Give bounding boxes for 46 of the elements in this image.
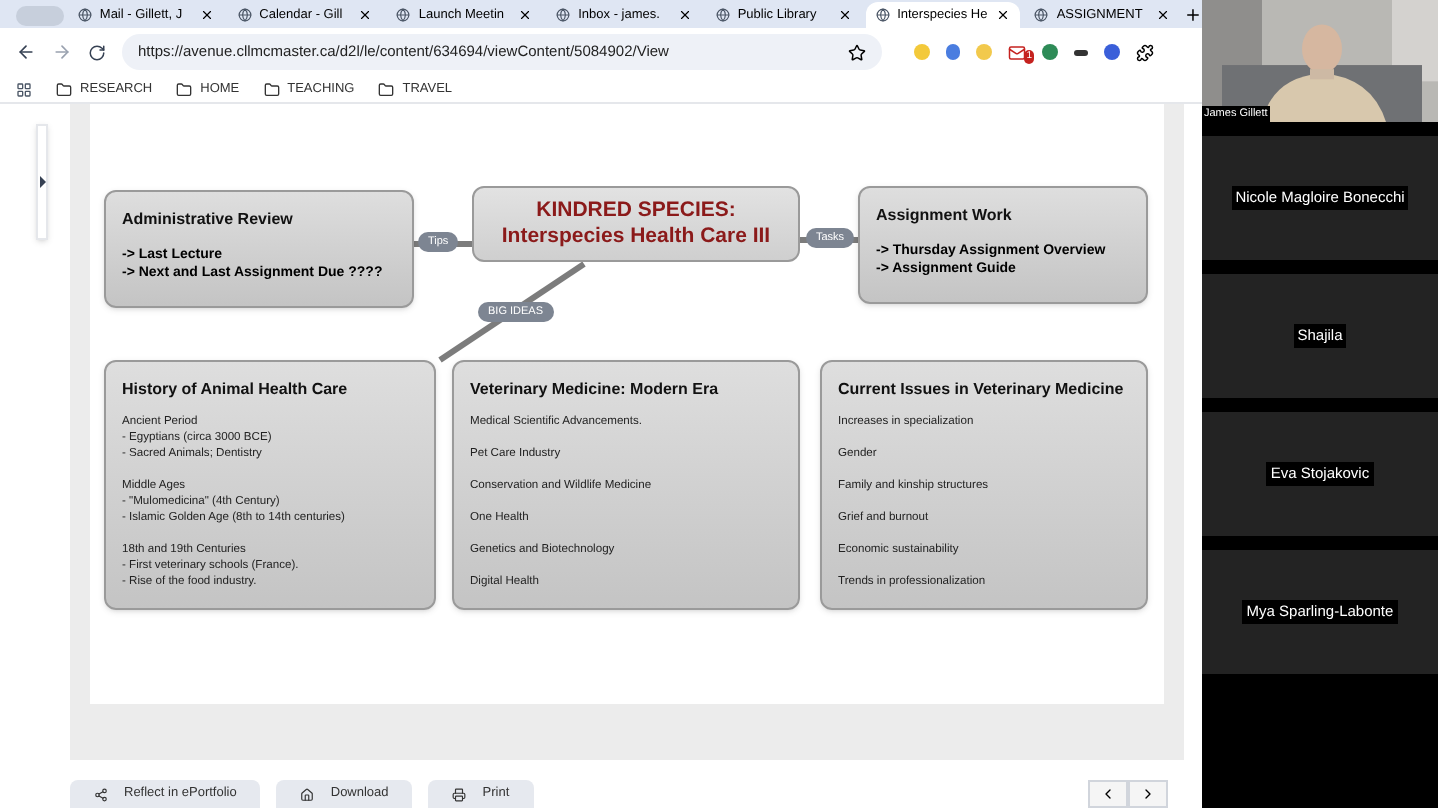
previous-button[interactable]: [1088, 780, 1128, 808]
close-icon[interactable]: [677, 8, 692, 22]
central-title: KINDRED SPECIES:: [536, 197, 736, 224]
close-icon[interactable]: [1156, 8, 1171, 22]
node-title: Current Issues in Veterinary Medicine: [838, 378, 1126, 402]
sidebar-handle[interactable]: [36, 124, 48, 240]
reload-icon[interactable]: [88, 43, 106, 61]
forward-icon[interactable]: [52, 42, 72, 62]
site-icon: [396, 8, 411, 22]
new-tab-icon[interactable]: [1184, 6, 1203, 24]
central-node[interactable]: KINDRED SPECIES: Interspecies Health Care III: [472, 186, 800, 262]
apps-icon[interactable]: [16, 81, 32, 97]
folder-icon: [263, 81, 280, 97]
node-title: History of Animal Health Care: [122, 378, 350, 402]
node-title: Veterinary Medicine: Modern Era: [470, 378, 721, 402]
printer-icon: [452, 787, 467, 801]
next-button[interactable]: [1128, 780, 1168, 808]
close-icon[interactable]: [996, 8, 1011, 22]
share-icon: [94, 787, 108, 801]
central-title: Interspecies Health Care III: [501, 224, 771, 251]
folder-icon: [176, 81, 193, 97]
bookmark-star-icon[interactable]: [848, 43, 866, 61]
node-title: Administrative Review: [122, 208, 295, 232]
mindmap-node[interactable]: [104, 360, 436, 610]
site-icon: [715, 8, 730, 22]
back-icon[interactable]: [16, 42, 36, 62]
mail-icon[interactable]: [1008, 43, 1026, 61]
site-icon: [237, 8, 252, 22]
node-title: Assignment Work: [876, 204, 1014, 228]
site-icon: [77, 8, 92, 22]
chevron-right-icon: [1140, 786, 1156, 802]
chevron-left-icon: [1100, 786, 1116, 802]
site-icon: [1034, 8, 1049, 22]
close-icon[interactable]: [518, 8, 533, 22]
close-icon[interactable]: [199, 8, 214, 22]
arrow-icon: [39, 176, 45, 188]
close-icon[interactable]: [358, 8, 373, 22]
site-icon: [875, 8, 890, 22]
site-icon: [556, 8, 571, 22]
close-icon[interactable]: [837, 8, 852, 22]
extension-icon[interactable]: [1042, 44, 1058, 60]
folder-icon: [56, 81, 72, 97]
extension-icon[interactable]: [1104, 44, 1120, 60]
home-icon: [300, 787, 315, 801]
folder-icon: [378, 81, 395, 97]
extensions-icon[interactable]: [1136, 43, 1154, 61]
